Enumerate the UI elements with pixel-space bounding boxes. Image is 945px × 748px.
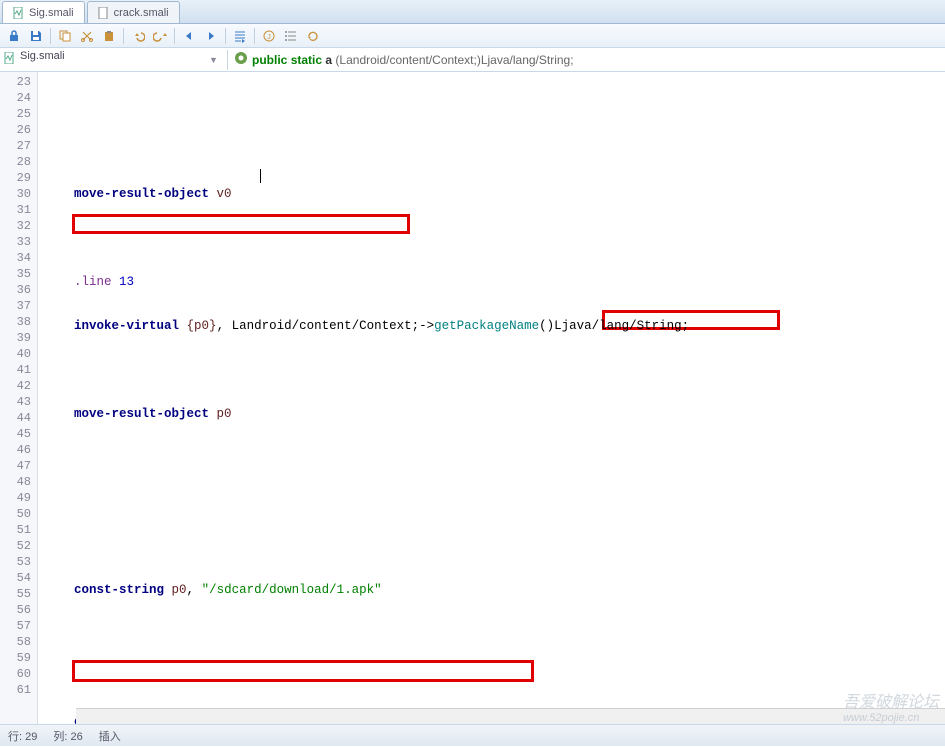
line-number: 55 bbox=[0, 586, 37, 602]
line-number: 36 bbox=[0, 282, 37, 298]
tab-crack-smali[interactable]: crack.smali bbox=[87, 1, 180, 23]
refresh-button[interactable] bbox=[303, 26, 323, 46]
code-line bbox=[38, 494, 945, 510]
status-mode: 插入 bbox=[99, 728, 121, 744]
code-line bbox=[38, 538, 945, 554]
line-number: 38 bbox=[0, 314, 37, 330]
nav-forward-button[interactable] bbox=[201, 26, 221, 46]
editor-area: 2324252627282930313233343536373839404142… bbox=[0, 72, 945, 724]
line-number: 46 bbox=[0, 442, 37, 458]
line-number: 37 bbox=[0, 298, 37, 314]
line-number: 54 bbox=[0, 570, 37, 586]
toolbar-separator bbox=[123, 28, 124, 44]
line-number: 31 bbox=[0, 202, 37, 218]
line-number: 56 bbox=[0, 602, 37, 618]
method-icon bbox=[234, 51, 248, 68]
line-number: 39 bbox=[0, 330, 37, 346]
context-method[interactable]: public static a (Landroid/content/Contex… bbox=[228, 51, 945, 68]
text-cursor bbox=[260, 169, 261, 183]
code-line bbox=[38, 670, 945, 686]
paste-button[interactable] bbox=[99, 26, 119, 46]
context-file-selector[interactable]: Sig.smali ▼ bbox=[0, 50, 228, 70]
line-number: 52 bbox=[0, 538, 37, 554]
code-line: move-result-object p0 bbox=[38, 406, 945, 422]
line-number-gutter: 2324252627282930313233343536373839404142… bbox=[0, 72, 38, 724]
smali-file-icon bbox=[13, 7, 25, 19]
line-number: 59 bbox=[0, 650, 37, 666]
code-line: move-result-object v0 bbox=[38, 186, 945, 202]
indent-button[interactable] bbox=[230, 26, 250, 46]
tab-label: Sig.smali bbox=[29, 7, 74, 19]
status-row: 行: 29 bbox=[8, 728, 37, 744]
code-line: .line 13 bbox=[38, 274, 945, 290]
line-number: 27 bbox=[0, 138, 37, 154]
toolbar-separator bbox=[174, 28, 175, 44]
line-number: 51 bbox=[0, 522, 37, 538]
code-line bbox=[38, 362, 945, 378]
line-number: 24 bbox=[0, 90, 37, 106]
toolbar-separator bbox=[225, 28, 226, 44]
line-number: 26 bbox=[0, 122, 37, 138]
line-number: 34 bbox=[0, 250, 37, 266]
code-line: const-string p0, "/sdcard/download/1.apk… bbox=[38, 582, 945, 598]
main-toolbar: J bbox=[0, 24, 945, 48]
undo-button[interactable] bbox=[128, 26, 148, 46]
code-line bbox=[38, 626, 945, 642]
method-signature: (Landroid/content/Context;)Ljava/lang/St… bbox=[335, 53, 573, 67]
line-number: 41 bbox=[0, 362, 37, 378]
line-number: 57 bbox=[0, 618, 37, 634]
smali-file-icon bbox=[4, 52, 16, 67]
line-number: 58 bbox=[0, 634, 37, 650]
status-bar: 行: 29 列: 26 插入 bbox=[0, 724, 945, 746]
chevron-down-icon[interactable]: ▼ bbox=[209, 55, 223, 65]
line-number: 47 bbox=[0, 458, 37, 474]
tab-sig-smali[interactable]: Sig.smali bbox=[2, 1, 85, 23]
java-icon-button[interactable]: J bbox=[259, 26, 279, 46]
line-number: 35 bbox=[0, 266, 37, 282]
list-button[interactable] bbox=[281, 26, 301, 46]
line-number: 44 bbox=[0, 410, 37, 426]
line-number: 61 bbox=[0, 682, 37, 698]
line-number: 40 bbox=[0, 346, 37, 362]
context-file-name: Sig.smali bbox=[20, 50, 205, 70]
copy-button[interactable] bbox=[55, 26, 75, 46]
code-editor[interactable]: move-result-object v0 .line 13 invoke-vi… bbox=[38, 72, 945, 724]
line-number: 53 bbox=[0, 554, 37, 570]
smali-file-icon bbox=[98, 7, 110, 19]
code-line: invoke-virtual {p0}, Landroid/content/Co… bbox=[38, 318, 945, 334]
horizontal-scrollbar[interactable] bbox=[76, 708, 945, 724]
cut-button[interactable] bbox=[77, 26, 97, 46]
save-button[interactable] bbox=[26, 26, 46, 46]
line-number: 29 bbox=[0, 170, 37, 186]
line-number: 45 bbox=[0, 426, 37, 442]
line-number: 50 bbox=[0, 506, 37, 522]
redo-button[interactable] bbox=[150, 26, 170, 46]
lock-button[interactable] bbox=[4, 26, 24, 46]
svg-text:J: J bbox=[267, 34, 271, 41]
line-number: 42 bbox=[0, 378, 37, 394]
line-number: 48 bbox=[0, 474, 37, 490]
line-number: 43 bbox=[0, 394, 37, 410]
line-number: 60 bbox=[0, 666, 37, 682]
line-number: 32 bbox=[0, 218, 37, 234]
code-line bbox=[38, 450, 945, 466]
nav-back-button[interactable] bbox=[179, 26, 199, 46]
line-number: 33 bbox=[0, 234, 37, 250]
code-line bbox=[38, 230, 945, 246]
line-number: 23 bbox=[0, 74, 37, 90]
file-tabs-bar: Sig.smali crack.smali bbox=[0, 0, 945, 24]
toolbar-separator bbox=[50, 28, 51, 44]
status-col: 列: 26 bbox=[53, 728, 82, 744]
toolbar-separator bbox=[254, 28, 255, 44]
line-number: 49 bbox=[0, 490, 37, 506]
context-bar: Sig.smali ▼ public static a (Landroid/co… bbox=[0, 48, 945, 72]
tab-label: crack.smali bbox=[114, 7, 169, 19]
line-number: 30 bbox=[0, 186, 37, 202]
line-number: 25 bbox=[0, 106, 37, 122]
method-name: a bbox=[325, 53, 332, 67]
line-number: 28 bbox=[0, 154, 37, 170]
